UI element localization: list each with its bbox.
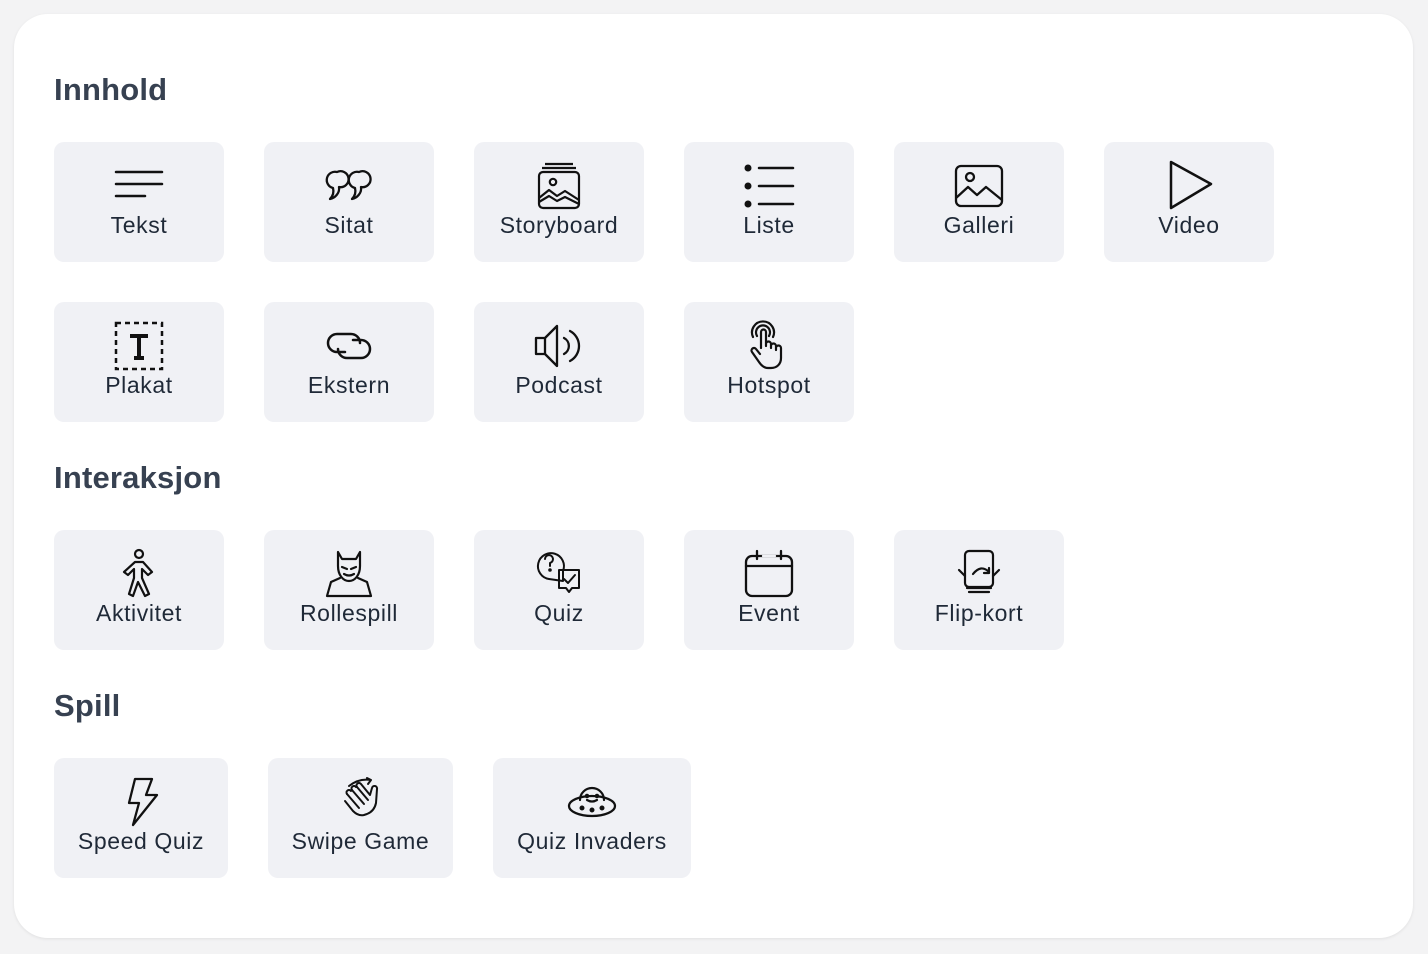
tile-label: Plakat <box>105 372 173 398</box>
speaker-icon <box>533 320 585 372</box>
tile-label: Podcast <box>515 372 603 398</box>
list-icon <box>743 160 795 212</box>
superhero-icon <box>323 548 375 600</box>
tile-event[interactable]: Event <box>684 530 854 650</box>
tile-label: Swipe Game <box>291 828 430 854</box>
storyboard-icon <box>533 160 585 212</box>
play-icon <box>1163 160 1215 212</box>
tile-label: Liste <box>743 212 795 238</box>
poster-icon <box>113 320 165 372</box>
section-title-spill: Spill <box>54 688 121 723</box>
tile-sitat[interactable]: Sitat <box>264 142 434 262</box>
tile-ekstern[interactable]: Ekstern <box>264 302 434 422</box>
tile-flip-kort[interactable]: Flip-kort <box>894 530 1064 650</box>
walking-person-icon <box>113 548 165 600</box>
link-icon <box>323 320 375 372</box>
image-icon <box>953 160 1005 212</box>
tile-label: Storyboard <box>499 212 619 238</box>
tile-label: Rollespill <box>299 600 399 626</box>
tile-aktivitet[interactable]: Aktivitet <box>54 530 224 650</box>
tile-label: Video <box>1158 212 1220 238</box>
tile-quiz[interactable]: Quiz <box>474 530 644 650</box>
tile-label: Galleri <box>943 212 1015 238</box>
tile-label: Event <box>738 600 800 626</box>
ufo-icon <box>566 776 618 828</box>
flip-card-icon <box>953 548 1005 600</box>
tile-tekst[interactable]: Tekst <box>54 142 224 262</box>
tile-label: Hotspot <box>727 372 811 398</box>
text-lines-icon <box>113 160 165 212</box>
swipe-hand-icon <box>335 776 387 828</box>
tile-label: Flip-kort <box>934 600 1024 626</box>
tile-video[interactable]: Video <box>1104 142 1274 262</box>
question-check-icon <box>533 548 585 600</box>
tile-label: Sitat <box>324 212 374 238</box>
tile-rollespill[interactable]: Rollespill <box>264 530 434 650</box>
tile-galleri[interactable]: Galleri <box>894 142 1064 262</box>
tile-speed-quiz[interactable]: Speed Quiz <box>54 758 228 878</box>
tile-quiz-invaders[interactable]: Quiz Invaders <box>493 758 691 878</box>
tile-label: Aktivitet <box>96 600 182 626</box>
section-title-interaksjon: Interaksjon <box>54 460 222 495</box>
tile-liste[interactable]: Liste <box>684 142 854 262</box>
tile-label: Speed Quiz <box>77 828 205 854</box>
quote-icon <box>323 160 375 212</box>
tile-podcast[interactable]: Podcast <box>474 302 644 422</box>
tile-storyboard[interactable]: Storyboard <box>474 142 644 262</box>
tap-icon <box>743 320 795 372</box>
tile-label: Ekstern <box>307 372 391 398</box>
calendar-icon <box>743 548 795 600</box>
tile-plakat[interactable]: Plakat <box>54 302 224 422</box>
section-title-innhold: Innhold <box>54 72 168 107</box>
lightning-icon <box>115 776 167 828</box>
element-picker-panel: Innhold Tekst Sitat Storyboard Liste Gal… <box>14 14 1413 938</box>
tile-hotspot[interactable]: Hotspot <box>684 302 854 422</box>
tile-label: Quiz <box>534 600 584 626</box>
tile-label: Quiz Invaders <box>517 828 667 854</box>
tile-label: Tekst <box>110 212 168 238</box>
tile-swipe-game[interactable]: Swipe Game <box>268 758 453 878</box>
